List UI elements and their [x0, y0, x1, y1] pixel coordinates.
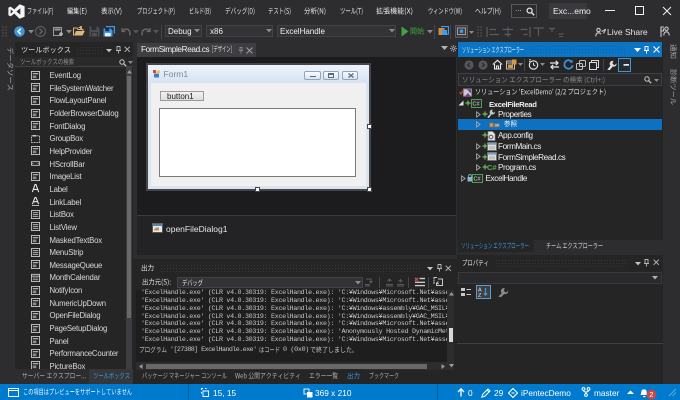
svg-text:C#: C# [487, 163, 497, 171]
svg-text:C#: C# [472, 101, 480, 107]
svg-text:2: 2 [649, 390, 653, 399]
svg-text:C#: C# [473, 176, 481, 182]
svg-text:Z: Z [478, 293, 482, 297]
